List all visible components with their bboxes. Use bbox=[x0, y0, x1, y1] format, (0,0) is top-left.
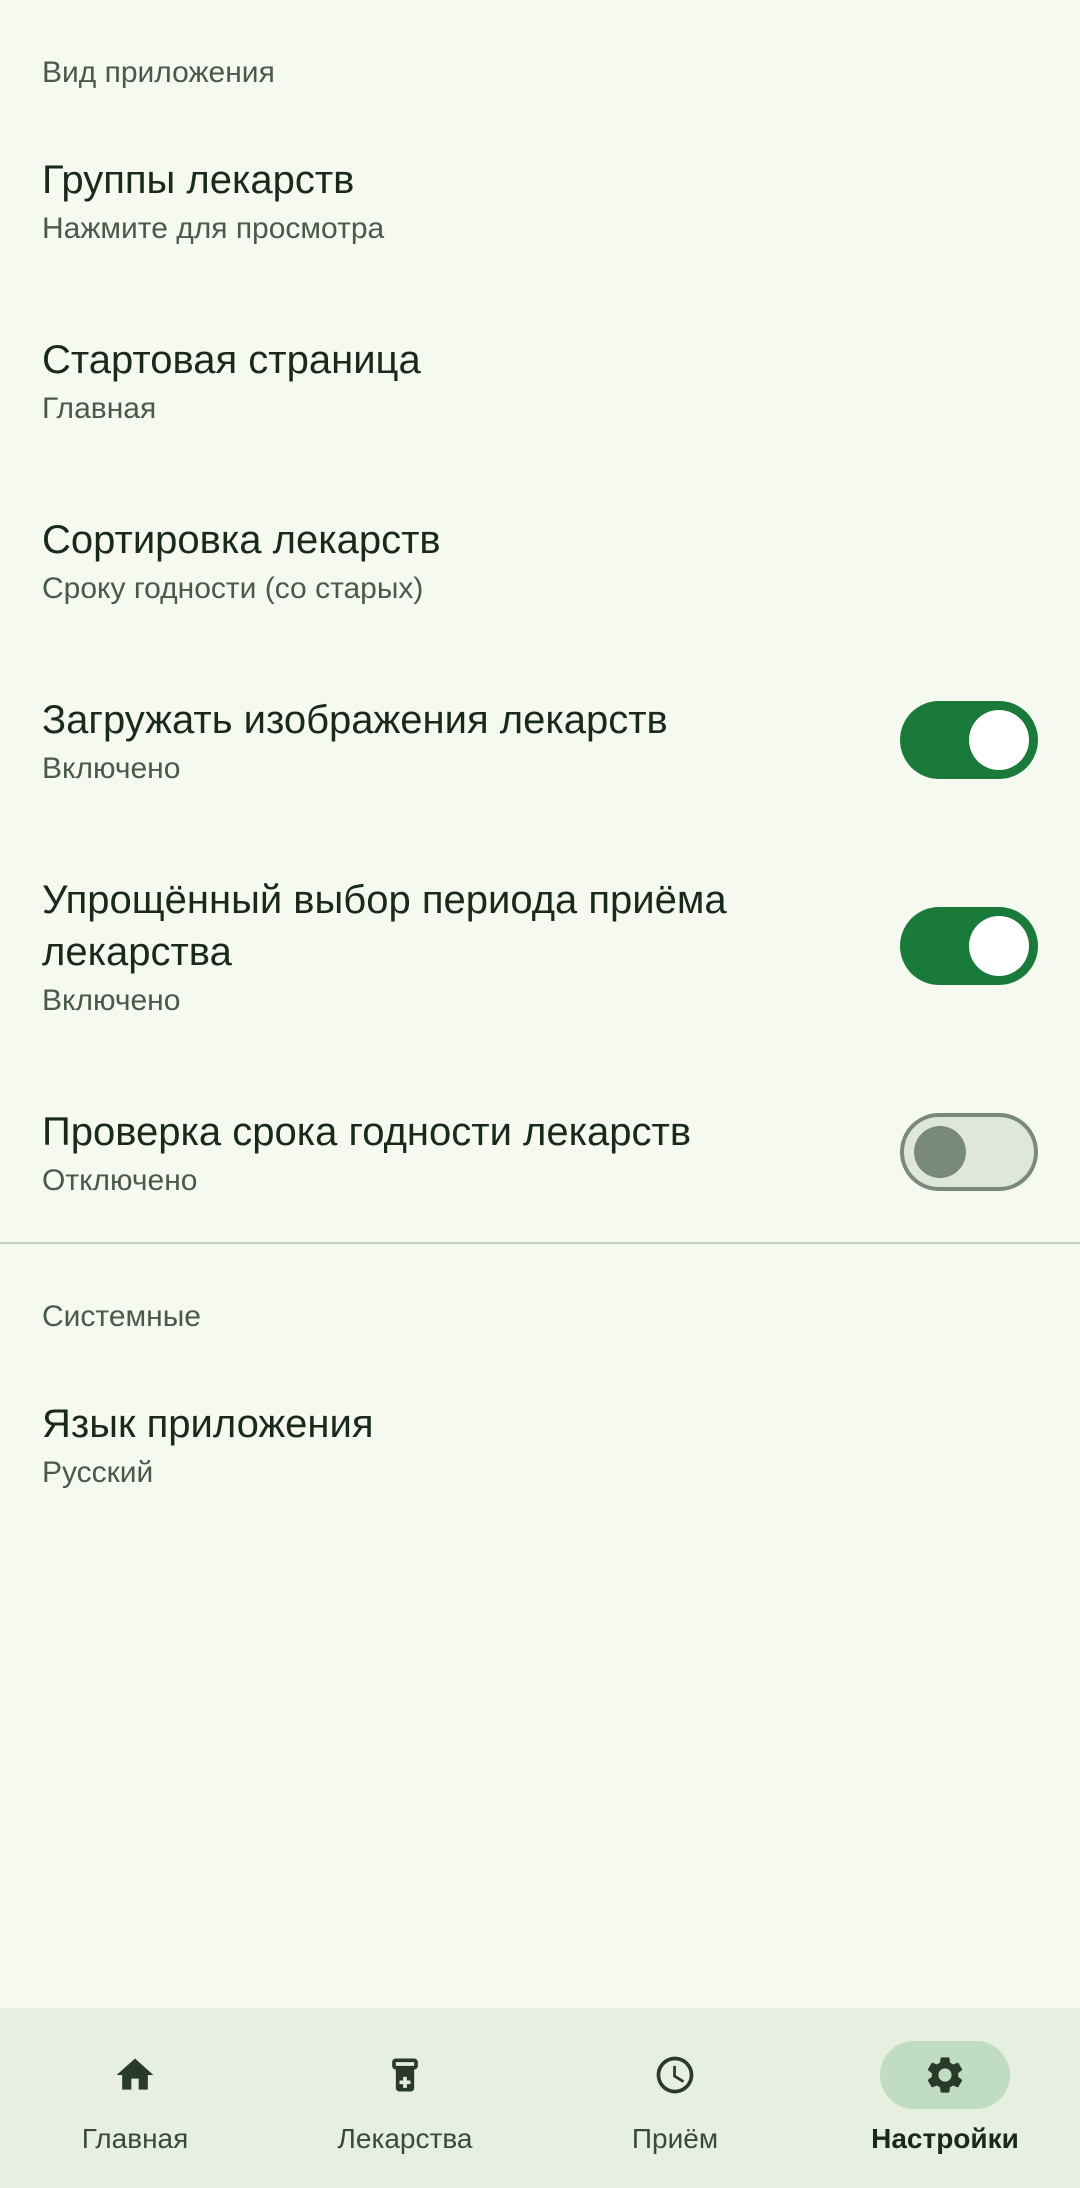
medicine-icon bbox=[383, 2053, 427, 2097]
nav-drugs[interactable]: Лекарства bbox=[270, 2041, 540, 2155]
setting-subtitle: Русский bbox=[42, 1456, 1008, 1490]
nav-label: Приём bbox=[632, 2123, 718, 2155]
setting-title: Сортировка лекарств bbox=[42, 514, 1008, 566]
nav-settings[interactable]: Настройки bbox=[810, 2041, 1080, 2155]
toggle-simplified-period[interactable] bbox=[900, 907, 1038, 985]
setting-title: Стартовая страница bbox=[42, 334, 1008, 386]
setting-title: Загружать изображения лекарств bbox=[42, 694, 870, 746]
setting-subtitle: Главная bbox=[42, 392, 1008, 426]
setting-simplified-period[interactable]: Упрощённый выбор периода приёма лекарств… bbox=[0, 830, 1080, 1062]
setting-title: Упрощённый выбор периода приёма лекарств… bbox=[42, 874, 870, 978]
home-icon bbox=[113, 2053, 157, 2097]
setting-title: Язык приложения bbox=[42, 1398, 1008, 1450]
setting-expiry-check[interactable]: Проверка срока годности лекарств Отключе… bbox=[0, 1062, 1080, 1242]
clock-icon bbox=[653, 2053, 697, 2097]
setting-app-language[interactable]: Язык приложения Русский bbox=[0, 1354, 1080, 1534]
setting-start-page[interactable]: Стартовая страница Главная bbox=[0, 290, 1080, 470]
setting-drug-groups[interactable]: Группы лекарств Нажмите для просмотра bbox=[0, 110, 1080, 290]
setting-subtitle: Сроку годности (со старых) bbox=[42, 572, 1008, 606]
setting-title: Проверка срока годности лекарств bbox=[42, 1106, 870, 1158]
setting-load-images[interactable]: Загружать изображения лекарств Включено bbox=[0, 650, 1080, 830]
nav-label: Главная bbox=[82, 2123, 189, 2155]
setting-subtitle: Включено bbox=[42, 752, 870, 786]
setting-subtitle: Нажмите для просмотра bbox=[42, 212, 1008, 246]
toggle-load-images[interactable] bbox=[900, 701, 1038, 779]
bottom-nav: Главная Лекарства Приём Настройки bbox=[0, 2008, 1080, 2188]
toggle-expiry-check[interactable] bbox=[900, 1113, 1038, 1191]
nav-label: Лекарства bbox=[338, 2123, 473, 2155]
section-header-system: Системные bbox=[0, 1244, 1080, 1354]
nav-label: Настройки bbox=[871, 2123, 1019, 2155]
section-header-appearance: Вид приложения bbox=[0, 0, 1080, 110]
nav-home[interactable]: Главная bbox=[0, 2041, 270, 2155]
setting-sort-drugs[interactable]: Сортировка лекарств Сроку годности (со с… bbox=[0, 470, 1080, 650]
setting-subtitle: Включено bbox=[42, 984, 870, 1018]
setting-subtitle: Отключено bbox=[42, 1164, 870, 1198]
nav-intake[interactable]: Приём bbox=[540, 2041, 810, 2155]
setting-title: Группы лекарств bbox=[42, 154, 1008, 206]
gear-icon bbox=[923, 2053, 967, 2097]
